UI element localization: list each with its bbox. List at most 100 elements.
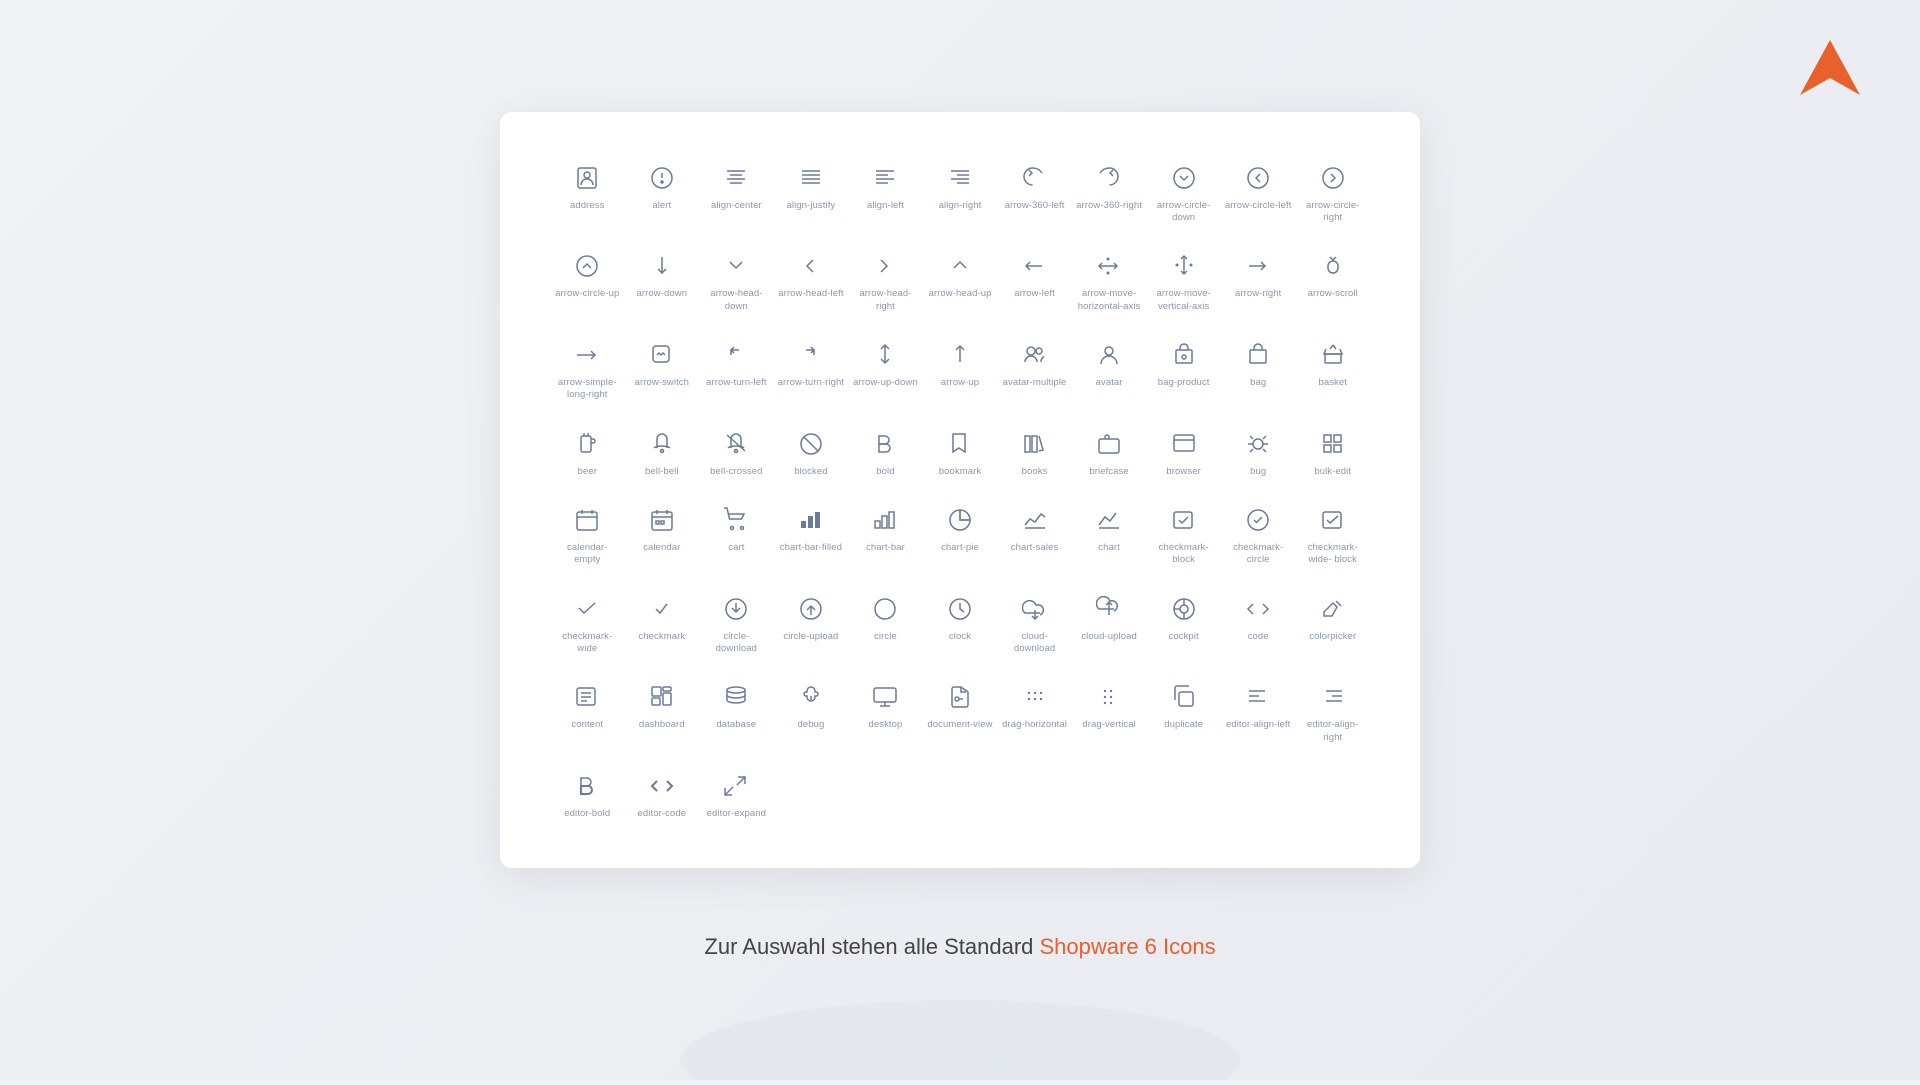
checkmark-circle-icon <box>1242 504 1274 536</box>
icon-arrow-up-down[interactable]: arrow-up-down <box>848 329 923 410</box>
clock-label: clock <box>949 631 971 643</box>
icon-database[interactable]: database <box>699 671 774 752</box>
icon-arrow-move-horizontal-axis[interactable]: arrow-move- horizontal-axis <box>1072 240 1147 321</box>
icon-checkmark-block[interactable]: checkmark-block <box>1146 494 1221 575</box>
icon-arrow-head-down[interactable]: arrow-head-down <box>699 240 774 321</box>
icon-chart-pie[interactable]: chart-pie <box>923 494 998 575</box>
icon-debug[interactable]: debug <box>774 671 849 752</box>
icon-arrow-left[interactable]: arrow-left <box>997 240 1072 321</box>
icon-checkmark[interactable]: checkmark <box>625 583 700 664</box>
icon-books[interactable]: books <box>997 418 1072 486</box>
arrow-simple-long-right-label: arrow-simple- long-right <box>554 377 621 402</box>
icon-content[interactable]: content <box>550 671 625 752</box>
icon-circle-upload[interactable]: circle-upload <box>774 583 849 664</box>
icon-address[interactable]: address <box>550 152 625 233</box>
icon-briefcase[interactable]: briefcase <box>1072 418 1147 486</box>
icon-cart[interactable]: cart <box>699 494 774 575</box>
icon-checkmark-circle[interactable]: checkmark-circle <box>1221 494 1296 575</box>
icon-editor-expand[interactable]: editor-expand <box>699 760 774 828</box>
icon-bell-bell[interactable]: bell-bell <box>625 418 700 486</box>
icon-blocked[interactable]: blocked <box>774 418 849 486</box>
icon-arrow-up[interactable]: arrow-up <box>923 329 998 410</box>
icon-arrow-360-right[interactable]: arrow-360-right <box>1072 152 1147 233</box>
icon-browser[interactable]: browser <box>1146 418 1221 486</box>
icon-bulk-edit[interactable]: bulk-edit <box>1295 418 1370 486</box>
icon-beer[interactable]: beer <box>550 418 625 486</box>
icon-arrow-down[interactable]: arrow-down <box>625 240 700 321</box>
icon-arrow-turn-left[interactable]: arrow-turn-left <box>699 329 774 410</box>
icon-editor-code[interactable]: editor-code <box>625 760 700 828</box>
icon-chart-bar-filled[interactable]: chart-bar-filled <box>774 494 849 575</box>
icon-arrow-360-left[interactable]: arrow-360-left <box>997 152 1072 233</box>
icon-arrow-circle-down[interactable]: arrow-circle-down <box>1146 152 1221 233</box>
icon-arrow-scroll[interactable]: arrow-scroll <box>1295 240 1370 321</box>
align-center-label: align-center <box>711 200 762 212</box>
icon-checkmark-wide-block[interactable]: checkmark-wide- block <box>1295 494 1370 575</box>
icon-drag-horizontal[interactable]: drag-horizontal <box>997 671 1072 752</box>
icon-circle-download[interactable]: circle-download <box>699 583 774 664</box>
icon-cloud-download[interactable]: cloud-download <box>997 583 1072 664</box>
icon-arrow-move-vertical-axis[interactable]: arrow-move- vertical-axis <box>1146 240 1221 321</box>
icon-calendar-empty[interactable]: calendar-empty <box>550 494 625 575</box>
drag-horizontal-label: drag-horizontal <box>1002 719 1067 731</box>
icon-arrow-head-right[interactable]: arrow-head-right <box>848 240 923 321</box>
content-icon <box>571 681 603 713</box>
icon-bag-product[interactable]: bag-product <box>1146 329 1221 410</box>
arrow-up-label: arrow-up <box>941 377 979 389</box>
icon-drag-vertical[interactable]: drag-vertical <box>1072 671 1147 752</box>
icon-desktop[interactable]: desktop <box>848 671 923 752</box>
icon-align-right[interactable]: align-right <box>923 152 998 233</box>
chart-bar-icon <box>869 504 901 536</box>
arrow-move-horizontal-axis-label: arrow-move- horizontal-axis <box>1076 288 1143 313</box>
icon-clock[interactable]: clock <box>923 583 998 664</box>
icon-arrow-circle-right[interactable]: arrow-circle-right <box>1295 152 1370 233</box>
icon-cockpit[interactable]: cockpit <box>1146 583 1221 664</box>
icon-arrow-switch[interactable]: arrow-switch <box>625 329 700 410</box>
icon-bold[interactable]: bold <box>848 418 923 486</box>
icon-document-view[interactable]: document-view <box>923 671 998 752</box>
arrow-up-icon <box>944 339 976 371</box>
icon-bag[interactable]: bag <box>1221 329 1296 410</box>
editor-bold-label: editor-bold <box>564 808 610 820</box>
icon-checkmark-wide[interactable]: checkmark-wide <box>550 583 625 664</box>
icon-bookmark[interactable]: bookmark <box>923 418 998 486</box>
icon-calendar[interactable]: calendar <box>625 494 700 575</box>
icon-chart[interactable]: chart <box>1072 494 1147 575</box>
icon-avatar-multiple[interactable]: avatar-multiple <box>997 329 1072 410</box>
icon-arrow-head-left[interactable]: arrow-head-left <box>774 240 849 321</box>
icon-colorpicker[interactable]: colorpicker <box>1295 583 1370 664</box>
icon-editor-bold[interactable]: editor-bold <box>550 760 625 828</box>
icon-arrow-simple-long-right[interactable]: arrow-simple- long-right <box>550 329 625 410</box>
circle-label: circle <box>874 631 897 643</box>
icon-basket[interactable]: basket <box>1295 329 1370 410</box>
dashboard-label: dashboard <box>639 719 685 731</box>
icon-editor-align-left[interactable]: editor-align-left <box>1221 671 1296 752</box>
icon-bell-crossed[interactable]: bell-crossed <box>699 418 774 486</box>
icon-arrow-head-up[interactable]: arrow-head-up <box>923 240 998 321</box>
icon-arrow-circle-up[interactable]: arrow-circle-up <box>550 240 625 321</box>
icon-cloud-upload[interactable]: cloud-upload <box>1072 583 1147 664</box>
checkmark-wide-label: checkmark-wide <box>554 631 621 656</box>
icon-chart-bar[interactable]: chart-bar <box>848 494 923 575</box>
icon-duplicate[interactable]: duplicate <box>1146 671 1221 752</box>
align-left-icon <box>869 162 901 194</box>
icon-circle[interactable]: circle <box>848 583 923 664</box>
icon-avatar[interactable]: avatar <box>1072 329 1147 410</box>
arrow-head-left-icon <box>795 250 827 282</box>
circle-download-icon <box>720 593 752 625</box>
icon-arrow-turn-right[interactable]: arrow-turn-right <box>774 329 849 410</box>
icon-align-center[interactable]: align-center <box>699 152 774 233</box>
icon-align-left[interactable]: align-left <box>848 152 923 233</box>
icon-bug[interactable]: bug <box>1221 418 1296 486</box>
avatar-multiple-icon <box>1019 339 1051 371</box>
icon-chart-sales[interactable]: chart-sales <box>997 494 1072 575</box>
icon-editor-align-right[interactable]: editor-align-right <box>1295 671 1370 752</box>
blocked-icon <box>795 428 827 460</box>
icon-arrow-circle-left[interactable]: arrow-circle-left <box>1221 152 1296 233</box>
chart-sales-icon <box>1019 504 1051 536</box>
icon-dashboard[interactable]: dashboard <box>625 671 700 752</box>
icon-align-justify[interactable]: align-justify <box>774 152 849 233</box>
icon-alert[interactable]: alert <box>625 152 700 233</box>
icon-arrow-right[interactable]: arrow-right <box>1221 240 1296 321</box>
icon-code[interactable]: code <box>1221 583 1296 664</box>
